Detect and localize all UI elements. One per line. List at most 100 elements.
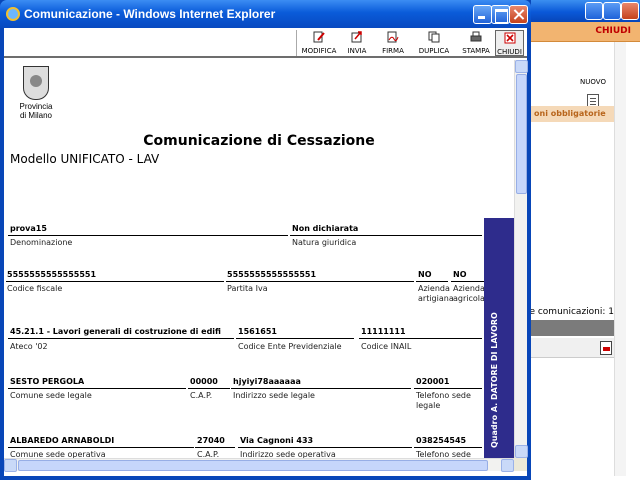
background-scrollbar[interactable]	[614, 42, 626, 476]
close-icon[interactable]	[621, 2, 639, 20]
edit-icon	[313, 31, 325, 43]
modifica-button[interactable]: MODIFICA	[301, 30, 337, 56]
background-chiudi-button[interactable]: CHIUDI	[595, 26, 631, 36]
page-title: Comunicazione di Cessazione	[143, 133, 375, 149]
divider	[188, 388, 230, 389]
telefono-legale-label: Telefono sede legale	[416, 391, 471, 411]
telefono-legale-label-1: Telefono sede	[416, 391, 471, 400]
telefono-operativa-value: 038254545	[416, 436, 467, 445]
window-title-bar[interactable]: Comunicazione - Windows Internet Explore…	[0, 0, 531, 28]
maximize-icon[interactable]	[603, 2, 621, 20]
azienda-artigiana-label-2: artigiana	[418, 294, 454, 303]
duplica-label: DUPLICA	[418, 47, 450, 55]
azienda-artigiana-label-1: Azienda	[418, 284, 450, 293]
toolbar-separator	[296, 30, 297, 56]
modifica-label: MODIFICA	[301, 47, 337, 55]
window-title: Comunicazione - Windows Internet Explore…	[24, 7, 276, 21]
comune-operativa-label: Comune sede operativa	[10, 450, 106, 458]
partita-iva-value: 5555555555555551	[227, 270, 317, 279]
section-side-band: Quadro A. DATORE DI LAVORO	[484, 218, 514, 458]
invia-label: INVIA	[347, 47, 367, 55]
denominazione-label: Denominazione	[10, 238, 73, 247]
codice-inail-label: Codice INAIL	[361, 342, 412, 351]
telefono-legale-value: 020001	[416, 377, 450, 386]
horizontal-scrollbar[interactable]	[4, 458, 514, 472]
background-chiudi-bar: CHIUDI	[521, 22, 640, 42]
cap-legale-value: 00000	[190, 377, 218, 386]
indirizzo-operativa-label: Indirizzo sede operativa	[240, 450, 336, 458]
divider	[231, 388, 411, 389]
page-subtitle: Modello UNIFICATO - LAV	[10, 152, 160, 166]
divider	[414, 447, 482, 448]
stampa-button[interactable]: STAMPA	[458, 30, 494, 56]
partita-iva-label: Partita Iva	[227, 284, 268, 293]
toolbar: MODIFICA INVIA FIRMA DUPLICA STAMPA CHIU…	[4, 28, 527, 58]
ateco-value: 45.21.1 - Lavori generali di costruzione…	[10, 327, 221, 336]
firma-button[interactable]: FIRMA	[376, 30, 410, 56]
divider	[236, 338, 354, 339]
duplicate-icon	[428, 31, 440, 43]
logo-line1: Provincia	[19, 102, 53, 111]
azienda-agricola-value: NO	[453, 270, 467, 279]
divider	[6, 281, 224, 282]
comune-operativa-value: ALBAREDO ARNABOLDI	[10, 436, 115, 445]
send-icon	[351, 31, 362, 43]
scroll-left-icon[interactable]	[4, 459, 17, 472]
divider	[238, 447, 412, 448]
background-title-bar	[521, 0, 640, 22]
azienda-artigiana-value: NO	[418, 270, 432, 279]
chiudi-button[interactable]: CHIUDI	[495, 30, 524, 56]
nuovo-label: NUOVO	[580, 78, 606, 86]
printer-icon	[470, 31, 482, 42]
obbligatorie-tab[interactable]: oni obbligatorie	[520, 106, 620, 122]
close-button[interactable]	[509, 5, 528, 24]
scroll-up-icon[interactable]	[515, 60, 528, 73]
divider	[414, 388, 482, 389]
cap-legale-label: C.A.P.	[190, 391, 213, 400]
divider	[8, 447, 194, 448]
indirizzo-legale-value: hjyiyi78aaaaaa	[233, 377, 301, 386]
close-icon	[504, 32, 515, 44]
duplica-button[interactable]: DUPLICA	[414, 30, 454, 56]
divider	[8, 235, 288, 236]
scrollbar-corner	[514, 458, 527, 471]
denominazione-value: prova15	[10, 224, 47, 233]
divider	[416, 281, 448, 282]
natura-giuridica-label: Natura giuridica	[292, 238, 357, 247]
pdf-icon[interactable]	[600, 341, 612, 355]
natura-giuridica-value: Non dichiarata	[292, 224, 359, 233]
signature-icon	[387, 31, 399, 43]
coat-of-arms-icon	[23, 66, 49, 100]
minimize-icon[interactable]	[585, 2, 603, 20]
telefono-operativa-label-1: Telefono sede	[416, 450, 471, 458]
azienda-agricola-label: Azienda agricola	[453, 284, 484, 304]
divider	[290, 235, 482, 236]
codice-fiscale-value: 5555555555555551	[7, 270, 97, 279]
divider	[359, 338, 482, 339]
azienda-agricola-label-1: Azienda	[453, 284, 484, 293]
divider	[451, 281, 484, 282]
comunicazioni-count: e comunicazioni: 1	[529, 307, 614, 317]
scroll-down-icon[interactable]	[515, 445, 528, 458]
client-area: MODIFICA INVIA FIRMA DUPLICA STAMPA CHIU…	[4, 28, 528, 476]
cap-operativa-value: 27040	[197, 436, 225, 445]
divider	[226, 281, 414, 282]
codice-ente-label: Codice Ente Previdenziale	[238, 342, 342, 351]
vertical-scroll-thumb[interactable]	[516, 74, 527, 194]
maximize-button[interactable]	[491, 5, 510, 24]
divider	[195, 447, 235, 448]
vertical-scrollbar[interactable]	[514, 60, 528, 458]
ie-window: Comunicazione - Windows Internet Explore…	[0, 0, 531, 480]
stampa-label: STAMPA	[462, 47, 490, 55]
scroll-right-icon[interactable]	[501, 459, 514, 472]
codice-inail-value: 11111111	[361, 327, 406, 336]
minimize-button[interactable]	[473, 5, 492, 24]
invia-button[interactable]: INVIA	[342, 30, 372, 56]
table-header-bar	[520, 320, 614, 336]
firma-label: FIRMA	[382, 47, 404, 55]
nuovo-button[interactable]: NUOVO	[578, 62, 608, 108]
codice-fiscale-label: Codice fiscale	[7, 284, 63, 293]
comune-legale-label: Comune sede legale	[10, 391, 92, 400]
horizontal-scroll-thumb[interactable]	[18, 460, 488, 471]
azienda-agricola-label-2: agricola	[453, 294, 484, 303]
